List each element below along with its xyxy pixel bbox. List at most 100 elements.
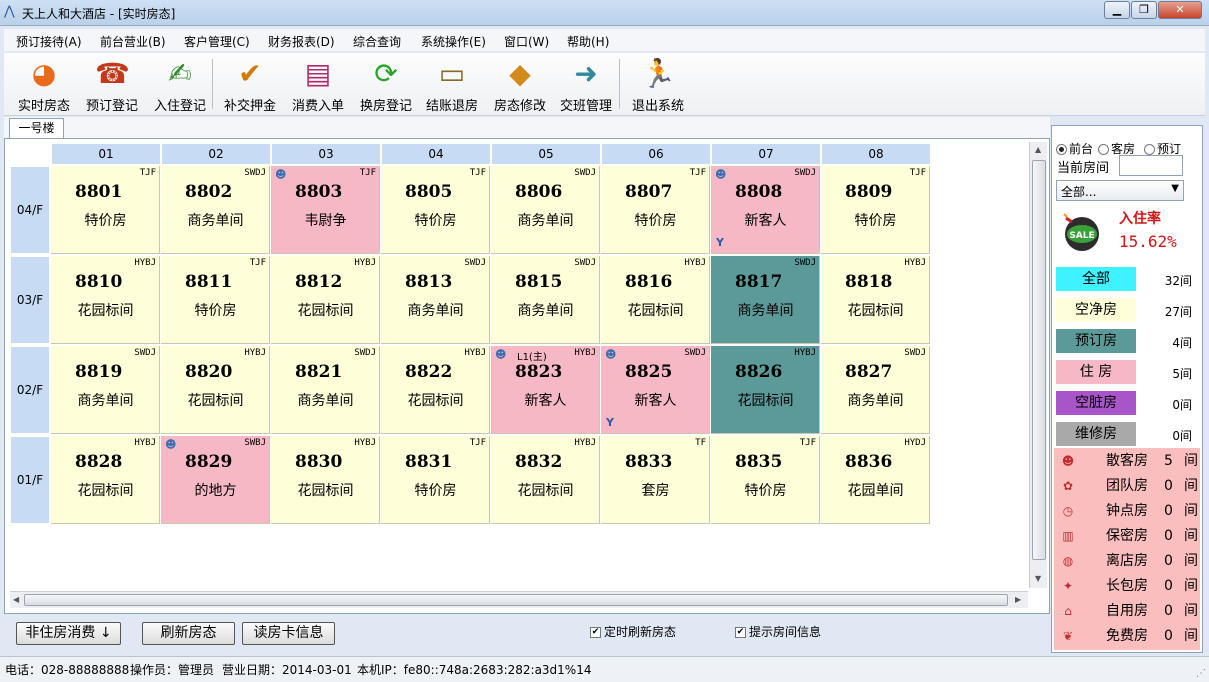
room-number: 8830 (295, 452, 343, 472)
room-cell-8827[interactable]: SWDJ 8827 商务单间 (821, 346, 930, 434)
toolbar-button-0[interactable]: ◕ 实时房态 (12, 55, 76, 114)
room-filter-select[interactable]: 全部... ▼ (1056, 180, 1184, 201)
menu-item-7[interactable]: 帮助(H) (567, 33, 609, 50)
category-label: 钟点房 (1106, 503, 1148, 519)
room-cell-8836[interactable]: HYDJ 8836 花园单间 (821, 436, 930, 524)
category-label: 长包房 (1106, 578, 1148, 594)
legend-status-4[interactable]: 空脏房 (1056, 391, 1136, 415)
menu-item-1[interactable]: 前台营业(B) (100, 33, 166, 50)
legend-status-0[interactable]: 全部 (1056, 267, 1136, 291)
toolbar-button-4[interactable]: ▤ 消费入单 (286, 55, 350, 114)
toolbar-button-8[interactable]: ➜ 交班管理 (554, 55, 618, 114)
legend-count: 4间 (1172, 336, 1192, 350)
floor-header: 01/F (10, 436, 50, 524)
room-code: SWDJ (464, 258, 486, 268)
legend-status-5[interactable]: 维修房 (1056, 422, 1136, 446)
room-cell-8821[interactable]: SWDJ 8821 商务单间 (271, 346, 380, 434)
menu-item-6[interactable]: 窗口(W) (504, 33, 549, 50)
scroll-left-icon[interactable]: ◀ (13, 595, 19, 604)
room-cell-8832[interactable]: HYBJ 8832 花园标间 (491, 436, 600, 524)
room-cell-8818[interactable]: HYBJ 8818 花园标间 (821, 256, 930, 344)
category-count: 0 (1164, 503, 1173, 519)
room-cell-8812[interactable]: HYBJ 8812 花园标间 (271, 256, 380, 344)
room-cell-8809[interactable]: TJF 8809 特价房 (821, 166, 930, 254)
current-room-input[interactable] (1119, 155, 1183, 176)
room-cell-8828[interactable]: HYBJ 8828 花园标间 (51, 436, 160, 524)
toolbar-button-6[interactable]: ▭ 结账退房 (420, 55, 484, 114)
room-cell-8833[interactable]: TF 8833 套房 (601, 436, 710, 524)
room-cell-8801[interactable]: TJF 8801 特价房 (51, 166, 160, 254)
legend-status-2[interactable]: 预订房 (1056, 329, 1136, 353)
room-cell-8830[interactable]: HYBJ 8830 花园标间 (271, 436, 380, 524)
room-code: HYDJ (904, 438, 926, 448)
category-unit: 间 (1184, 603, 1198, 619)
room-cell-8807[interactable]: TJF 8807 特价房 (601, 166, 710, 254)
toolbar-button-3[interactable]: ✔ 补交押金 (218, 55, 282, 114)
room-cell-8805[interactable]: TJF 8805 特价房 (381, 166, 490, 254)
scroll-up-icon[interactable]: ▲ (1035, 145, 1041, 154)
room-cell-8803[interactable]: TJF ☻ 8803 韦尉争 (271, 166, 380, 254)
toolbar-button-2[interactable]: ✍ 入住登记 (148, 55, 212, 114)
room-cell-8823[interactable]: HYBJ ☻ L1(主) 8823 新客人 (491, 346, 600, 434)
scroll-down-icon[interactable]: ▼ (1035, 574, 1041, 583)
room-cell-8831[interactable]: TJF 8831 特价房 (381, 436, 490, 524)
radio-front-desk[interactable]: 前台 (1056, 140, 1093, 157)
scroll-right-icon[interactable]: ▶ (1015, 595, 1021, 604)
tab-building-1[interactable]: 一号楼 (9, 118, 64, 139)
toolbar-button-9[interactable]: 🏃 退出系统 (626, 55, 690, 114)
room-cell-8820[interactable]: HYBJ 8820 花园标间 (161, 346, 270, 434)
toolbar-button-1[interactable]: ☎ 预订登记 (80, 55, 144, 114)
room-cell-8819[interactable]: SWDJ 8819 商务单间 (51, 346, 160, 434)
menu-item-3[interactable]: 财务报表(D) (268, 33, 335, 50)
books-icon: ▤ (304, 57, 332, 90)
legend-status-3[interactable]: 住 房 (1056, 360, 1136, 384)
minimize-button[interactable]: ▁ (1104, 1, 1130, 19)
room-cell-8815[interactable]: SWDJ 8815 商务单间 (491, 256, 600, 344)
room-cell-8811[interactable]: TJF 8811 特价房 (161, 256, 270, 344)
room-cell-8829[interactable]: SWBJ ☻ 8829 的地方 (161, 436, 270, 524)
auto-refresh-checkbox[interactable]: ✔ 定时刷新房态 (590, 623, 676, 640)
category-row-0[interactable]: ☻ 散客房 5 间 (1056, 449, 1198, 474)
room-cell-8835[interactable]: TJF 8835 特价房 (711, 436, 820, 524)
room-cell-8825[interactable]: SWDJ ☻ 8825 新客人 Y (601, 346, 710, 434)
room-code: TF (695, 438, 706, 448)
refresh-button[interactable]: 刷新房态 (142, 622, 235, 645)
room-cell-8810[interactable]: HYBJ 8810 花园标间 (51, 256, 160, 344)
category-row-7[interactable]: ❦ 免费房 0 间 (1056, 624, 1198, 649)
room-cell-8817[interactable]: SWDJ 8817 商务单间 (711, 256, 820, 344)
room-hint-checkbox[interactable]: ✔ 提示房间信息 (735, 623, 821, 640)
room-cell-8806[interactable]: SWDJ 8806 商务单间 (491, 166, 600, 254)
vertical-scroll-thumb[interactable] (1032, 160, 1046, 560)
menu-item-5[interactable]: 系统操作(E) (421, 33, 486, 50)
room-cell-8826[interactable]: HYBJ 8826 花园标间 (711, 346, 820, 434)
category-row-6[interactable]: ⌂ 自用房 0 间 (1056, 599, 1198, 624)
vertical-scrollbar[interactable]: ▲ ▼ (1029, 142, 1047, 588)
category-row-4[interactable]: ◍ 离店房 0 间 (1056, 549, 1198, 574)
room-cell-8802[interactable]: SWDJ 8802 商务单间 (161, 166, 270, 254)
resize-grip-icon[interactable]: ⋰ (1196, 668, 1206, 679)
category-row-3[interactable]: ▥ 保密房 0 间 (1056, 524, 1198, 549)
category-row-2[interactable]: ◷ 钟点房 0 间 (1056, 499, 1198, 524)
close-button[interactable]: ✕ (1158, 1, 1202, 19)
horizontal-scroll-thumb[interactable] (24, 594, 1008, 606)
room-cell-8813[interactable]: SWDJ 8813 商务单间 (381, 256, 490, 344)
menu-item-0[interactable]: 预订接待(A) (16, 33, 82, 50)
room-number: 8811 (185, 272, 233, 292)
restore-button[interactable]: ❐ (1131, 1, 1157, 19)
occupancy-value: 15.62% (1119, 232, 1177, 251)
toolbar-button-7[interactable]: ◆ 房态修改 (488, 55, 552, 114)
category-row-1[interactable]: ✿ 团队房 0 间 (1056, 474, 1198, 499)
room-cell-8808[interactable]: SWDJ ☻ 8808 新客人 Y (711, 166, 820, 254)
legend-status-1[interactable]: 空净房 (1056, 298, 1136, 322)
menu-item-4[interactable]: 综合查询 (353, 33, 401, 50)
toolbar-button-5[interactable]: ⟳ 换房登记 (354, 55, 418, 114)
category-row-5[interactable]: ✦ 长包房 0 间 (1056, 574, 1198, 599)
room-cell-8822[interactable]: HYBJ 8822 花园标间 (381, 346, 490, 434)
read-card-button[interactable]: 读房卡信息 (242, 622, 335, 645)
horizontal-scrollbar[interactable]: ◀ ▶ (10, 591, 1028, 608)
flag-icon: Y (606, 416, 614, 429)
menu-item-2[interactable]: 客户管理(C) (184, 33, 250, 50)
non-guest-consume-button[interactable]: 非住房消费 ↓ (16, 622, 121, 645)
room-cell-8816[interactable]: HYBJ 8816 花园标间 (601, 256, 710, 344)
radio-dot-icon (1098, 144, 1109, 155)
